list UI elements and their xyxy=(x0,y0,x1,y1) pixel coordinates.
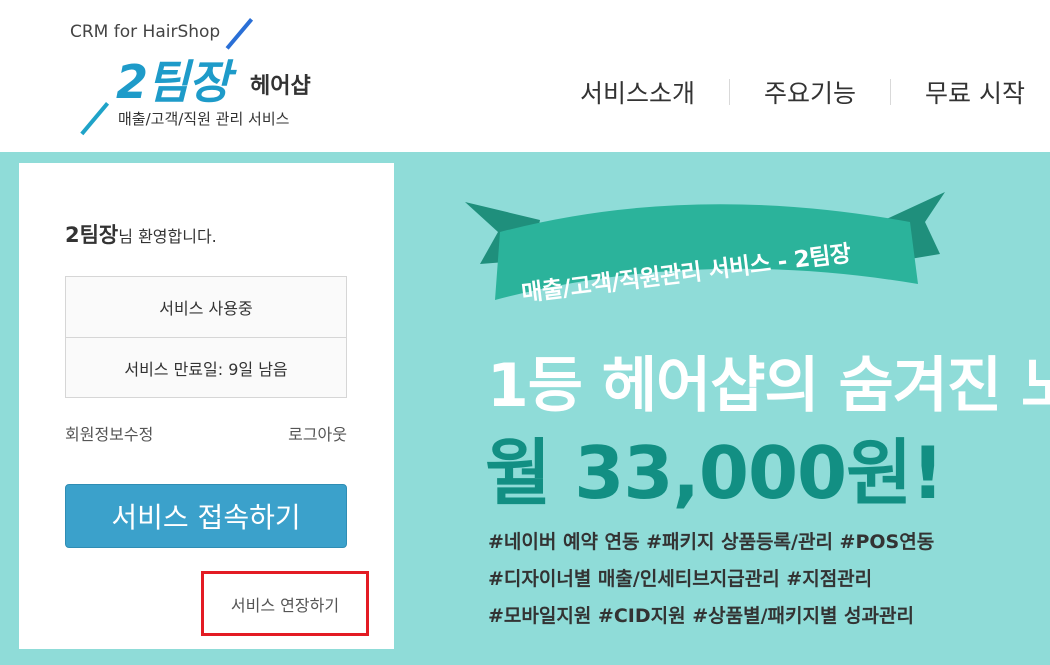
main-nav: 서비스소개 주요기능 무료 시작 xyxy=(546,74,1025,110)
nav-item-features[interactable]: 주요기능 xyxy=(730,74,890,110)
logo-shop-label: 헤어샵 xyxy=(250,74,311,99)
logo-slash-decoration xyxy=(80,102,110,136)
account-panel: 2팀장님 환영합니다. 서비스 사용중 서비스 만료일: 9일 남음 회원정보수… xyxy=(19,163,394,649)
logo-tagline: 매출/고객/직원 관리 서비스 xyxy=(118,110,290,128)
feature-tag-line: #모바일지원 #CID지원 #상품별/패키지별 성과관리 xyxy=(488,605,914,627)
banner-price: 월 33,000원! xyxy=(485,431,944,515)
feature-tag-line: #네이버 예약 연동 #패키지 상품등록/관리 #POS연동 xyxy=(488,531,935,553)
edit-profile-link[interactable]: 회원정보수정 xyxy=(65,421,153,445)
welcome-message: 2팀장님 환영합니다. xyxy=(65,219,217,249)
feature-tags: #네이버 예약 연동 #패키지 상품등록/관리 #POS연동 #디자이너별 매출… xyxy=(488,524,1048,635)
nav-item-service-intro[interactable]: 서비스소개 xyxy=(546,74,729,110)
feature-tag-line: #디자이너별 매출/인세티브지급관리 #지점관리 xyxy=(488,568,873,590)
service-expiry-status: 서비스 만료일: 9일 남음 xyxy=(66,337,346,397)
nav-item-free-start[interactable]: 무료 시작 xyxy=(891,74,1025,110)
account-links: 회원정보수정 로그아웃 xyxy=(65,421,347,445)
welcome-suffix: 님 환영합니다. xyxy=(118,227,217,246)
banner-headline: 1등 헤어샵의 숨겨진 노하우 xyxy=(487,351,1050,421)
site-header: CRM for HairShop 2팀장 헤어샵 매출/고객/직원 관리 서비스… xyxy=(0,0,1050,152)
connect-service-button[interactable]: 서비스 접속하기 xyxy=(65,484,347,548)
extend-service-link[interactable]: 서비스 연장하기 xyxy=(231,592,339,616)
logo-brand: 2팀장 xyxy=(116,55,231,109)
username: 2팀장 xyxy=(65,223,119,247)
logo-subtitle: CRM for HairShop xyxy=(70,22,221,42)
service-status-in-use: 서비스 사용중 xyxy=(159,299,253,318)
logo[interactable]: CRM for HairShop 2팀장 헤어샵 매출/고객/직원 관리 서비스 xyxy=(60,8,350,138)
banner-ribbon: 매출/고객/직원관리 서비스 - 2팀장 xyxy=(440,192,970,322)
logo-slash-decoration xyxy=(225,18,254,50)
hero-section: 2팀장님 환영합니다. 서비스 사용중 서비스 만료일: 9일 남음 회원정보수… xyxy=(0,152,1050,665)
service-status-box: 서비스 사용중 서비스 만료일: 9일 남음 xyxy=(65,276,347,398)
extend-service-highlight: 서비스 연장하기 xyxy=(201,571,369,636)
logout-link[interactable]: 로그아웃 xyxy=(288,421,347,445)
